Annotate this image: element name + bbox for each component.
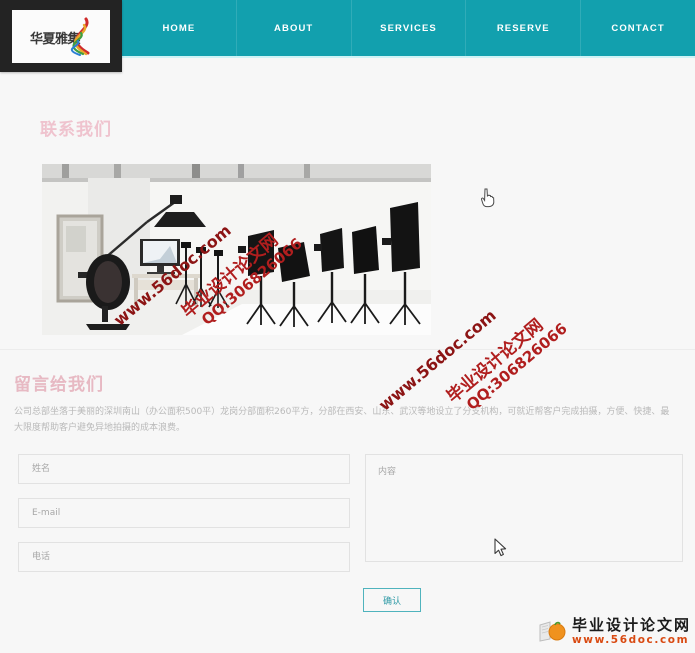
nav-item-reserve[interactable]: RESERVE: [466, 0, 582, 56]
nav-label-contact: CONTACT: [611, 22, 665, 34]
confirm-button[interactable]: 确认: [363, 588, 421, 612]
nav-label-reserve: RESERVE: [496, 22, 550, 34]
colored-ribbon-swirl-icon: [70, 17, 90, 56]
name-input[interactable]: [18, 454, 350, 484]
studio-photo-illustration: [42, 164, 431, 335]
nav-item-services[interactable]: SERVICES: [352, 0, 467, 56]
nav-label-about: ABOUT: [274, 22, 314, 34]
email-input[interactable]: [18, 498, 350, 528]
nav-item-contact[interactable]: CONTACT: [581, 0, 695, 56]
contact-form: [0, 454, 695, 572]
contact-heading: 联系我们: [40, 120, 112, 140]
footer-watermark-badge: 毕业设计论文网 www.56doc.com: [539, 615, 691, 646]
badge-site-url: www.56doc.com: [571, 633, 690, 646]
badge-text-group: 毕业设计论文网 www.56doc.com: [571, 615, 691, 646]
message-section: 留言给我们 公司总部坐落于美丽的深圳南山（办公面积500平）龙岗分部面积260平…: [0, 349, 695, 622]
nav-item-about[interactable]: ABOUT: [237, 0, 352, 56]
nav-item-home[interactable]: HOME: [122, 0, 237, 56]
form-right-column: [365, 454, 683, 572]
studio-photo: [42, 164, 431, 335]
badge-site-name: 毕业设计论文网: [571, 615, 691, 634]
content-textarea[interactable]: [365, 454, 683, 562]
submit-row: 确认: [0, 572, 695, 612]
nav-label-home: HOME: [162, 22, 196, 34]
site-logo[interactable]: 华夏雅集: [0, 0, 122, 72]
contact-section: 联系我们: [0, 72, 695, 349]
site-header: HOME ABOUT SERVICES RESERVE CONTACT 华夏雅集: [0, 0, 695, 72]
message-paragraph: 公司总部坐落于美丽的深圳南山（办公面积500平）龙岗分部面积260平方，分部在西…: [14, 407, 670, 433]
message-heading: 留言给我们: [14, 375, 104, 395]
nav-label-services: SERVICES: [380, 22, 437, 34]
form-left-column: [18, 454, 350, 572]
phone-input[interactable]: [18, 542, 350, 572]
logo-plate: 华夏雅集: [12, 9, 110, 63]
orange-book-logo-icon: [539, 621, 566, 642]
